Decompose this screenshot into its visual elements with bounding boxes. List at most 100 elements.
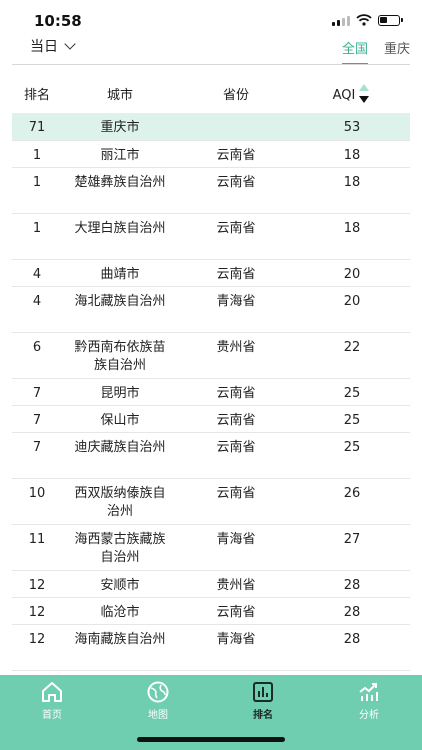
tab-home-label: 首页 bbox=[42, 710, 62, 721]
cell-aqi: 25 bbox=[343, 386, 361, 401]
wifi-icon bbox=[356, 14, 372, 26]
bar-chart-icon bbox=[253, 682, 273, 702]
cell-city: 大理白族自治州 bbox=[74, 221, 166, 236]
cell-province: 云南省 bbox=[216, 605, 256, 620]
period-label: 当日 bbox=[30, 39, 58, 55]
globe-icon bbox=[147, 681, 169, 703]
chevron-down-icon bbox=[64, 38, 76, 50]
cell-aqi: 18 bbox=[343, 148, 361, 163]
cellular-signal-icon bbox=[332, 15, 350, 26]
cell-rank: 10 bbox=[28, 486, 46, 501]
cell-city: 丽江市 bbox=[100, 148, 140, 163]
cell-aqi: 53 bbox=[343, 120, 361, 135]
cell-province: 云南省 bbox=[216, 486, 256, 501]
period-selector[interactable]: 当日 bbox=[30, 36, 76, 56]
cell-aqi: 25 bbox=[343, 413, 361, 428]
tab-rank[interactable]: 排名 bbox=[233, 680, 293, 721]
cell-city: 迪庆藏族自治州 bbox=[74, 440, 166, 455]
sort-ascending-icon bbox=[359, 84, 369, 91]
table-row[interactable]: 4 海北藏族自治州 青海省 20 bbox=[12, 287, 410, 333]
cell-rank: 4 bbox=[32, 294, 42, 309]
cell-aqi: 28 bbox=[343, 578, 361, 593]
table-row[interactable]: 11 海西蒙古族藏族自治州 青海省 27 bbox=[12, 525, 410, 571]
tab-map-label: 地图 bbox=[148, 710, 168, 721]
cell-aqi: 27 bbox=[343, 532, 361, 547]
cell-province: 云南省 bbox=[216, 413, 256, 428]
trend-chart-icon bbox=[359, 683, 378, 701]
cell-rank: 1 bbox=[32, 221, 42, 236]
column-header-province: 省份 bbox=[222, 88, 249, 103]
status-icons bbox=[332, 14, 403, 26]
sort-toggle-icon[interactable] bbox=[358, 84, 370, 106]
cell-province: 云南省 bbox=[216, 267, 256, 282]
tab-map[interactable]: 地图 bbox=[128, 680, 188, 721]
column-header-rank: 排名 bbox=[23, 88, 50, 103]
cell-aqi: 26 bbox=[343, 486, 361, 501]
tab-home[interactable]: 首页 bbox=[22, 680, 82, 721]
cell-rank: 7 bbox=[32, 386, 42, 401]
tab-national[interactable]: 全国 bbox=[341, 38, 368, 65]
table-row[interactable]: 1 楚雄彝族自治州 云南省 18 bbox=[12, 168, 410, 214]
divider bbox=[12, 64, 410, 65]
cell-rank: 12 bbox=[28, 632, 46, 647]
home-indicator[interactable] bbox=[137, 737, 285, 742]
cell-province: 云南省 bbox=[216, 175, 256, 190]
cell-province: 贵州省 bbox=[216, 578, 256, 593]
cell-city: 楚雄彝族自治州 bbox=[74, 175, 166, 190]
cell-province: 云南省 bbox=[216, 148, 256, 163]
cell-aqi: 18 bbox=[343, 221, 361, 236]
cell-aqi: 20 bbox=[343, 294, 361, 309]
table-row[interactable]: 12 海南藏族自治州 青海省 28 bbox=[12, 625, 410, 671]
tab-analysis-label: 分析 bbox=[359, 710, 379, 721]
battery-icon bbox=[378, 14, 403, 26]
home-icon bbox=[42, 682, 62, 702]
cell-aqi: 22 bbox=[343, 340, 361, 355]
table-row[interactable]: 7 保山市 云南省 25 bbox=[12, 406, 410, 433]
cell-city: 黔西南布依族苗族自治州 bbox=[74, 340, 166, 373]
table-row[interactable]: 12 临沧市 云南省 28 bbox=[12, 598, 410, 625]
cell-city: 海南藏族自治州 bbox=[74, 632, 166, 647]
cell-rank: 12 bbox=[28, 605, 46, 620]
table-row[interactable]: 10 西双版纳傣族自治州 云南省 26 bbox=[12, 479, 410, 525]
table-row[interactable]: 7 昆明市 云南省 25 bbox=[12, 379, 410, 406]
cell-province: 青海省 bbox=[216, 632, 256, 647]
table-row[interactable]: 1 丽江市 云南省 18 bbox=[12, 141, 410, 168]
cell-rank: 1 bbox=[32, 175, 42, 190]
cell-rank: 11 bbox=[28, 532, 46, 547]
cell-province: 云南省 bbox=[216, 440, 256, 455]
cell-city: 安顺市 bbox=[100, 578, 140, 593]
cell-province: 青海省 bbox=[216, 294, 256, 309]
cell-city: 海北藏族自治州 bbox=[74, 294, 166, 309]
cell-city: 西双版纳傣族自治州 bbox=[74, 486, 166, 519]
table-row[interactable]: 4 曲靖市 云南省 20 bbox=[12, 260, 410, 287]
cell-rank: 71 bbox=[28, 120, 46, 135]
cell-rank: 4 bbox=[32, 267, 42, 282]
cell-city: 保山市 bbox=[100, 413, 140, 428]
cell-rank: 12 bbox=[28, 578, 46, 593]
cell-rank: 7 bbox=[32, 440, 42, 455]
cell-city: 曲靖市 bbox=[100, 267, 140, 282]
cell-province: 云南省 bbox=[216, 386, 256, 401]
cell-rank: 7 bbox=[32, 413, 42, 428]
table-row[interactable]: 6 黔西南布依族苗族自治州 贵州省 22 bbox=[12, 333, 410, 379]
cell-aqi: 20 bbox=[343, 267, 361, 282]
cell-aqi: 28 bbox=[343, 632, 361, 647]
table-row[interactable]: 7 迪庆藏族自治州 云南省 25 bbox=[12, 433, 410, 479]
cell-province: 贵州省 bbox=[216, 340, 256, 355]
cell-aqi: 25 bbox=[343, 440, 361, 455]
status-time: 10:58 bbox=[34, 12, 82, 30]
tab-analysis[interactable]: 分析 bbox=[339, 680, 399, 721]
cell-city: 海西蒙古族藏族自治州 bbox=[74, 532, 166, 565]
tab-rank-label: 排名 bbox=[253, 710, 273, 721]
cell-aqi: 18 bbox=[343, 175, 361, 190]
tab-chongqing[interactable]: 重庆 bbox=[384, 38, 410, 65]
scope-tabs: 全国 重庆 bbox=[341, 38, 410, 65]
table-row[interactable]: 1 大理白族自治州 云南省 18 bbox=[12, 214, 410, 260]
cell-city: 昆明市 bbox=[100, 386, 140, 401]
cell-aqi: 28 bbox=[343, 605, 361, 620]
table-row-current-city[interactable]: 71 重庆市 53 bbox=[12, 113, 410, 141]
ranking-table: 71 重庆市 53 1 丽江市 云南省 18 1 楚雄彝族自治州 云南省 18 … bbox=[12, 113, 410, 671]
cell-city: 重庆市 bbox=[100, 120, 140, 135]
table-row[interactable]: 12 安顺市 贵州省 28 bbox=[12, 571, 410, 598]
cell-city: 临沧市 bbox=[100, 605, 140, 620]
